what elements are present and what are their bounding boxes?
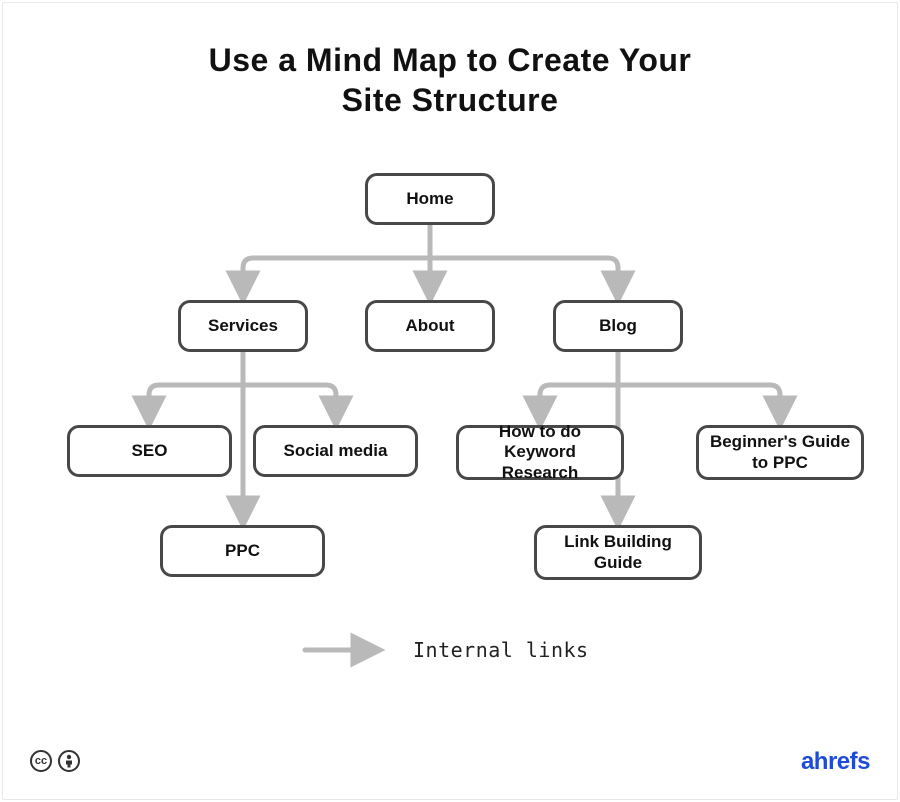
node-keyword-research: How to do Keyword Research bbox=[456, 425, 624, 480]
legend-label: Internal links bbox=[413, 638, 589, 662]
node-social-label: Social media bbox=[284, 441, 388, 461]
node-home: Home bbox=[365, 173, 495, 225]
node-link-building: Link Building Guide bbox=[534, 525, 702, 580]
node-social: Social media bbox=[253, 425, 418, 477]
title-line-1: Use a Mind Map to Create Your bbox=[209, 42, 692, 78]
node-beginners-guide-label: Beginner's Guide to PPC bbox=[707, 432, 853, 473]
license-icons: cc bbox=[30, 750, 80, 772]
node-keyword-research-label: How to do Keyword Research bbox=[467, 422, 613, 483]
node-ppc-label: PPC bbox=[225, 541, 260, 561]
diagram-frame bbox=[2, 2, 898, 800]
node-services: Services bbox=[178, 300, 308, 352]
cc-by-icon bbox=[58, 750, 80, 772]
node-home-label: Home bbox=[406, 189, 453, 209]
node-seo-label: SEO bbox=[132, 441, 168, 461]
node-about: About bbox=[365, 300, 495, 352]
brand-text: ahrefs bbox=[801, 748, 870, 775]
node-link-building-label: Link Building Guide bbox=[545, 532, 691, 573]
title-line-2: Site Structure bbox=[342, 82, 559, 118]
cc-icon: cc bbox=[30, 750, 52, 772]
node-about-label: About bbox=[405, 316, 454, 336]
node-seo: SEO bbox=[67, 425, 232, 477]
node-services-label: Services bbox=[208, 316, 278, 336]
node-blog: Blog bbox=[553, 300, 683, 352]
node-ppc: PPC bbox=[160, 525, 325, 577]
node-beginners-guide: Beginner's Guide to PPC bbox=[696, 425, 864, 480]
page-title: Use a Mind Map to Create Your Site Struc… bbox=[0, 40, 900, 120]
brand-logo: ahrefs bbox=[801, 748, 870, 776]
legend: Internal links bbox=[300, 638, 589, 662]
node-blog-label: Blog bbox=[599, 316, 637, 336]
